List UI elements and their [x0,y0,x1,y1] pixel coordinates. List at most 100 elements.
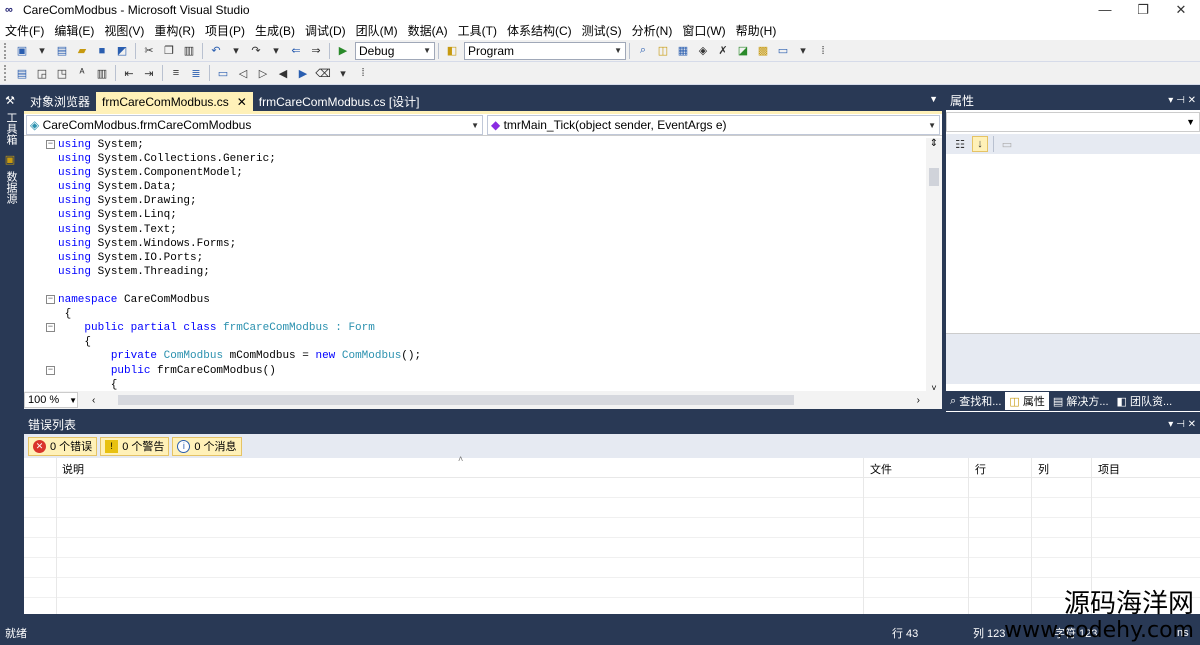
display-object-member-list-icon[interactable]: ▤ [14,65,30,81]
menu-tools[interactable]: 工具(T) [458,22,497,39]
paste-icon[interactable]: ▥ [181,43,197,59]
menu-architecture[interactable]: 体系结构(C) [507,22,572,39]
menu-window[interactable]: 窗口(W) [682,22,725,39]
previous-bookmark-icon[interactable]: ◁ [235,65,251,81]
clear-bookmarks-icon[interactable]: ⌫ [315,65,331,81]
toolbox-tab[interactable]: 工具箱 [3,112,19,145]
property-pages-icon[interactable]: ▭ [999,136,1015,152]
dropdown-arrow-icon[interactable]: ▾ [268,43,284,59]
find-icon[interactable]: ⌕ [635,43,651,59]
find-in-files-icon[interactable]: ◧ [444,43,460,59]
toolbox-icon[interactable]: ✗ [715,43,731,59]
datasources-tab[interactable]: 数据源 [3,171,19,204]
bookmark-icon[interactable]: ▥ [94,65,110,81]
next-bookmark-icon[interactable]: ▷ [255,65,271,81]
navigate-forward-icon[interactable]: ⇒ [308,43,324,59]
split-icon[interactable]: ⇕ [926,138,942,149]
pin-icon[interactable]: ⊣ [1176,419,1185,430]
menu-build[interactable]: 生成(B) [255,22,295,39]
dropdown-arrow-icon[interactable]: ▾ [335,65,351,81]
close-icon[interactable]: ✕ [1188,419,1196,430]
extension-manager-icon[interactable]: ◪ [735,43,751,59]
collapse-outline-icon[interactable]: − [46,295,55,305]
column-project[interactable]: 项目 [1098,461,1120,477]
open-file-icon[interactable]: ▰ [74,43,90,59]
member-dropdown[interactable]: ◆ tmrMain_Tick(object sender, EventArgs … [487,115,940,135]
menu-project[interactable]: 项目(P) [205,22,245,39]
next-bookmark-in-folder-icon[interactable]: ▶ [295,65,311,81]
zoom-select[interactable]: 100 % ▼ [24,392,78,408]
collapse-outline-icon[interactable]: − [46,323,55,333]
toolbar-options-icon[interactable]: ⁞ [355,65,371,81]
add-item-icon[interactable]: ▤ [54,43,70,59]
column-column[interactable]: 列 [1038,461,1049,477]
menu-debug[interactable]: 调试(D) [305,22,346,39]
tab-team-explorer[interactable]: ◧ 团队资... [1113,392,1177,410]
copy-icon[interactable]: ❐ [161,43,177,59]
parameter-info-icon[interactable]: ◲ [34,65,50,81]
decrease-indent-icon[interactable]: ⇤ [121,65,137,81]
object-select[interactable]: ▼ [946,112,1200,132]
increase-indent-icon[interactable]: ⇥ [141,65,157,81]
minimize-button[interactable]: — [1086,0,1124,20]
tab-find-symbol[interactable]: ⌕ 查找和... [946,392,1005,410]
menu-data[interactable]: 数据(A) [408,22,448,39]
save-all-icon[interactable]: ◩ [114,43,130,59]
menu-help[interactable]: 帮助(H) [736,22,777,39]
close-icon[interactable]: ✕ [1188,95,1196,106]
dropdown-arrow-icon[interactable]: ▾ [228,43,244,59]
close-button[interactable]: ✕ [1162,0,1200,20]
scroll-right-icon[interactable]: › [917,395,920,406]
menu-team[interactable]: 团队(M) [356,22,398,39]
save-icon[interactable]: ■ [94,43,110,59]
tab-designer[interactable]: frmCareComModbus.cs [设计] [253,92,426,111]
pin-icon[interactable]: ⊣ [1176,95,1185,106]
toolbar-grip[interactable] [4,42,8,59]
start-debugging-icon[interactable]: ▶ [335,43,351,59]
alphabetical-icon[interactable]: ↓ [972,136,988,152]
column-line[interactable]: 行 [975,461,986,477]
navigate-backward-icon[interactable]: ⇐ [288,43,304,59]
new-project-icon[interactable]: ▣ [14,43,30,59]
column-file[interactable]: 文件 [870,461,892,477]
tab-code-file[interactable]: frmCareComModbus.cs ✕ [96,92,253,111]
tab-solution-explorer[interactable]: ▤ 解决方... [1049,392,1113,410]
complete-word-icon[interactable]: ᴬ [74,65,90,81]
object-browser-icon[interactable]: ◈ [695,43,711,59]
horizontal-scrollbar[interactable] [118,395,794,405]
menu-view[interactable]: 视图(V) [104,22,144,39]
toggle-bookmark-icon[interactable]: ▭ [215,65,231,81]
vertical-scrollbar[interactable]: ⇕ ˅ [926,138,942,393]
restore-button[interactable]: ❐ [1124,0,1162,20]
property-grid[interactable] [946,154,1200,334]
warnings-filter-button[interactable]: ! 0 个警告 [100,436,170,456]
menu-refactor[interactable]: 重构(R) [154,22,195,39]
close-icon[interactable]: ✕ [237,95,247,109]
datasource-icon[interactable]: ▣ [2,151,18,167]
column-description[interactable]: 说明 [62,461,84,477]
tab-list-dropdown-icon[interactable]: ▼ [929,94,938,104]
solution-explorer-icon[interactable]: ◫ [655,43,671,59]
undo-icon[interactable]: ↶ [208,43,224,59]
dropdown-arrow-icon[interactable]: ▾ [795,43,811,59]
menu-file[interactable]: 文件(F) [5,22,44,39]
dropdown-arrow-icon[interactable]: ▾ [34,43,50,59]
quick-info-icon[interactable]: ◳ [54,65,70,81]
uncomment-lines-icon[interactable]: ≣ [188,65,204,81]
previous-bookmark-in-folder-icon[interactable]: ◀ [275,65,291,81]
tab-properties[interactable]: ◫ 属性 [1005,392,1049,410]
collapse-outline-icon[interactable]: − [46,140,55,149]
toolbox-pin-icon[interactable]: ⚒ [2,92,18,108]
command-window-icon[interactable]: ▭ [775,43,791,59]
code-text-area[interactable]: − using System; using System.Collections.G… [24,138,924,393]
errors-filter-button[interactable]: ✕ 0 个错误 [28,436,98,456]
type-dropdown[interactable]: ◈ CareComModbus.frmCareComModbus ▼ [26,115,483,135]
properties-window-icon[interactable]: ▦ [675,43,691,59]
scroll-left-icon[interactable]: ‹ [92,395,95,406]
cut-icon[interactable]: ✂ [141,43,157,59]
startup-object-select[interactable]: Program ▼ [464,41,626,60]
tab-object-browser[interactable]: 对象浏览器 [24,92,96,111]
messages-filter-button[interactable]: i0 个消息 [172,436,242,456]
start-page-icon[interactable]: ▩ [755,43,771,59]
solution-configuration-select[interactable]: Debug ▼ [355,41,435,60]
